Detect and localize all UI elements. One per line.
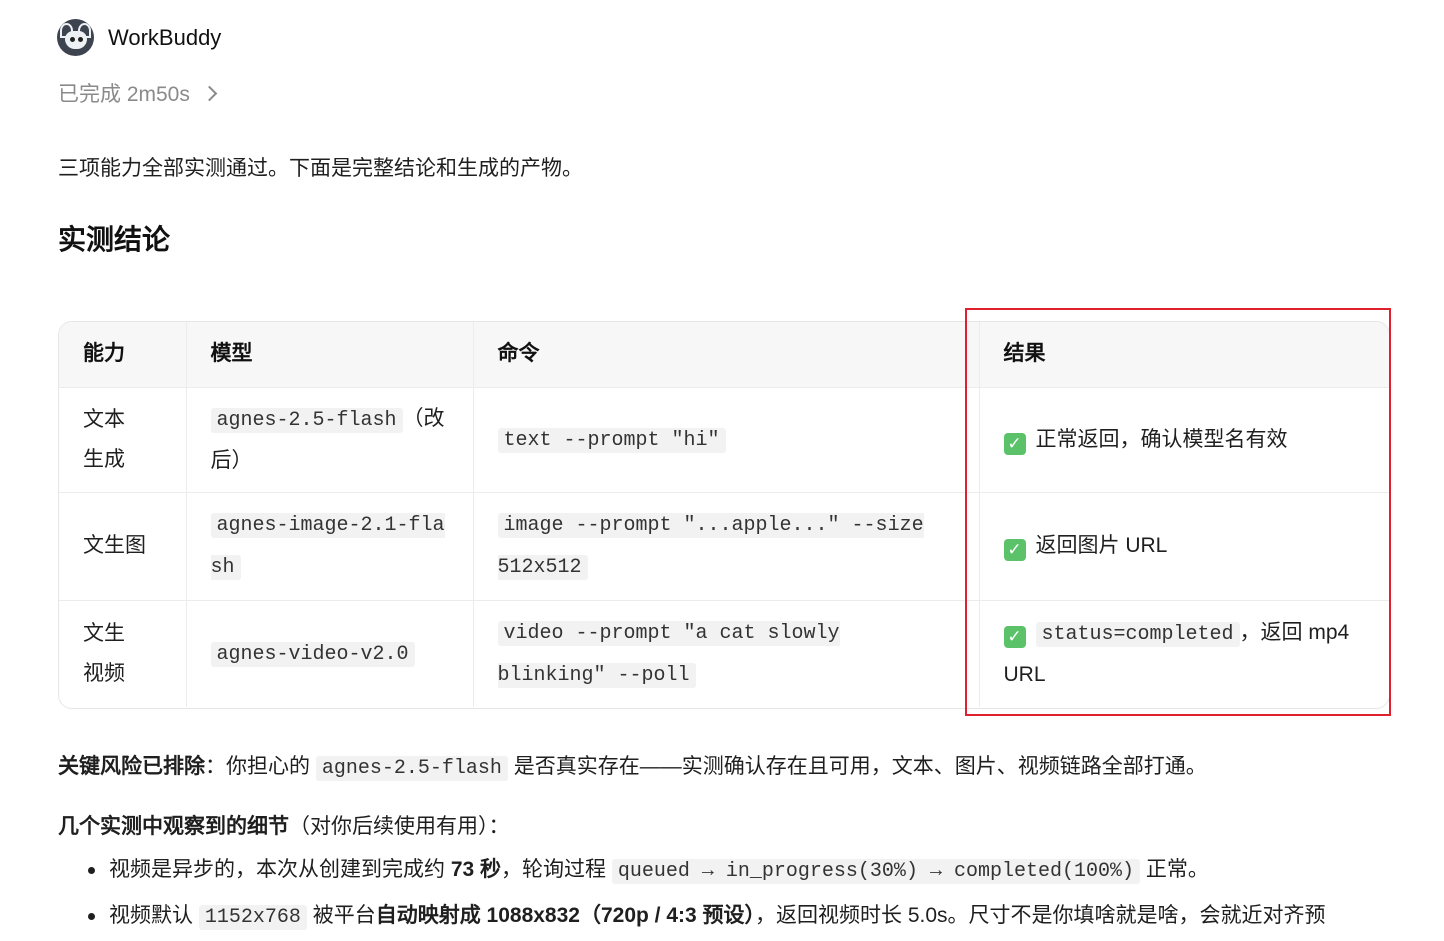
command-cell: text --prompt "hi" xyxy=(473,387,980,493)
app-name: WorkBuddy xyxy=(108,25,222,50)
header-capability: 能力 xyxy=(59,322,187,388)
command-cell: image --prompt "...apple..." --size 512x… xyxy=(473,492,980,601)
table-row: 文生视频 agnes-video-v2.0 video --prompt "a … xyxy=(59,600,1389,707)
risk-label: 关键风险已排除 xyxy=(58,755,205,778)
bullet-code: 1152x768 xyxy=(198,905,307,930)
result-status-code: status=completed xyxy=(1035,621,1240,647)
capability-cell: 文生图 xyxy=(59,492,187,601)
bullet-text: 正常。 xyxy=(1139,858,1209,881)
model-cell: agnes-2.5-flash （改后） xyxy=(186,387,474,493)
check-icon: ✓ xyxy=(1003,432,1026,455)
risk-paragraph: 关键风险已排除：你担心的 agnes-2.5-flash 是否真实存在——实测确… xyxy=(58,750,1207,781)
check-icon: ✓ xyxy=(1003,625,1026,648)
bullet-text: 视频是异步的，本次从创建到完成约 xyxy=(109,858,451,881)
header-result: 结果 xyxy=(979,322,1389,388)
bullet-bold: 1088x832（720p / 4:3 预设） xyxy=(480,904,756,927)
capability-cell: 文本生成 xyxy=(59,387,187,493)
capability-cell: 文生视频 xyxy=(59,600,187,707)
details-note: （对你后续使用有用）： xyxy=(289,815,510,838)
completion-status-text: 已完成 2m50s xyxy=(58,83,190,106)
chevron-right-icon xyxy=(201,85,218,101)
command-code: video --prompt "a cat slowly blinking" -… xyxy=(497,620,840,688)
result-text: 返回图片 URL xyxy=(1035,534,1168,557)
details-label: 几个实测中观察到的细节 xyxy=(58,815,289,838)
section-title: 实测结论 xyxy=(58,224,171,255)
avatar-eye-left xyxy=(70,37,75,42)
result-cell: ✓ 正常返回，确认模型名有效 xyxy=(979,387,1389,493)
bullet-bold: 73 秒 xyxy=(450,858,502,881)
command-code: text --prompt "hi" xyxy=(497,427,726,453)
intro-text: 三项能力全部实测通过。下面是完整结论和生成的产物。 xyxy=(58,157,583,180)
header-command: 命令 xyxy=(473,322,980,388)
model-cell: agnes-video-v2.0 xyxy=(186,600,474,707)
table-row: 文生图 agnes-image-2.1-flash image --prompt… xyxy=(59,492,1389,601)
avatar-face xyxy=(65,31,87,49)
header-model: 模型 xyxy=(186,322,474,388)
model-code: agnes-video-v2.0 xyxy=(210,641,415,667)
bullet-text: 被平台 xyxy=(306,904,376,927)
table-header-row: 能力 模型 命令 结果 xyxy=(59,322,1389,388)
list-item: 视频默认 1152x768 被平台自动映射成 1088x832（720p / 4… xyxy=(58,894,1428,940)
details-list: 视频是异步的，本次从创建到完成约 73 秒，轮询过程 queued → in_p… xyxy=(58,848,1428,940)
check-icon: ✓ xyxy=(1003,539,1026,561)
result-text: 正常返回，确认模型名有效 xyxy=(1035,427,1288,451)
details-heading: 几个实测中观察到的细节（对你后续使用有用）： xyxy=(58,810,510,840)
results-table: 能力 模型 命令 结果 文本生成 agnes-2.5-flash （改后） tex… xyxy=(58,321,1390,709)
risk-text-a: ：你担心的 xyxy=(205,755,316,778)
avatar-eye-right xyxy=(78,37,83,42)
result-cell: ✓ 返回图片 URL xyxy=(979,492,1389,601)
bullet-text: ，返回视频时长 5.0s。尺寸不是你填啥就是啥，会就近对齐预 xyxy=(755,904,1326,927)
model-cell: agnes-image-2.1-flash xyxy=(186,492,474,601)
command-code: image --prompt "...apple..." --size 512x… xyxy=(497,513,924,580)
result-cell: ✓ status=completed ，返回 mp4 URL xyxy=(979,600,1389,707)
bullet-bold: 自动映射成 xyxy=(375,904,481,927)
completion-status[interactable]: 已完成 2m50s xyxy=(58,78,218,108)
risk-text-b: 是否真实存在——实测确认存在且可用，文本、图片、视频链路全部打通。 xyxy=(507,755,1207,778)
bullet-text: 视频默认 xyxy=(109,904,199,927)
risk-code: agnes-2.5-flash xyxy=(315,756,508,781)
model-code: agnes-image-2.1-flash xyxy=(210,513,445,580)
bullet-code: queued → in_progress(30%) → completed(10… xyxy=(611,859,1140,884)
bullet-text: ，轮询过程 xyxy=(501,858,612,881)
table-row: 文本生成 agnes-2.5-flash （改后） text --prompt "… xyxy=(59,387,1389,493)
command-cell: video --prompt "a cat slowly blinking" -… xyxy=(473,600,980,707)
app-avatar xyxy=(57,19,94,56)
list-item: 视频是异步的，本次从创建到完成约 73 秒，轮询过程 queued → in_p… xyxy=(58,848,1428,894)
model-code: agnes-2.5-flash xyxy=(210,407,403,433)
